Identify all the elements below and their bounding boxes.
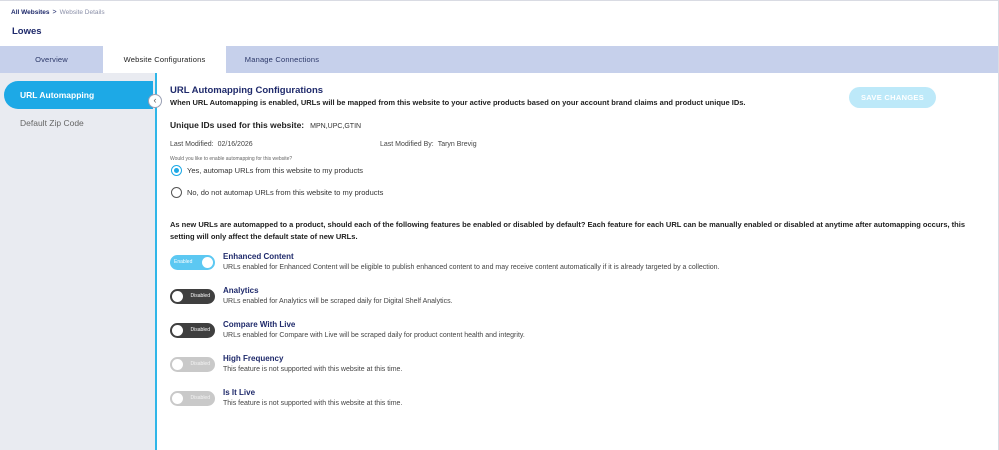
feature-title: Compare With Live (223, 320, 296, 329)
toggle-state-label: Disabled (190, 293, 210, 299)
toggle-knob (172, 359, 183, 370)
automap-yes-radio[interactable] (171, 165, 182, 176)
tab-overview[interactable]: Overview (0, 46, 103, 73)
sidebar-item-url-automapping[interactable]: URL Automapping (4, 81, 153, 109)
automap-yes-option[interactable]: Yes, automap URLs from this website to m… (171, 165, 363, 176)
high-frequency-toggle: Disabled (170, 357, 215, 372)
toggle-knob (202, 257, 213, 268)
feature-title: High Frequency (223, 354, 284, 363)
last-modified-by-value: Taryn Brevig (437, 141, 477, 148)
feature-compare-with-live: Disabled Compare With Live URLs enabled … (170, 320, 990, 346)
feature-description: This feature is not supported with this … (223, 366, 403, 373)
unique-ids-value: MPN,UPC,GTIN (310, 123, 362, 130)
toggle-knob (172, 325, 183, 336)
breadcrumb-all-websites-link[interactable]: All Websites (11, 9, 50, 16)
toggle-state-label: Enabled (174, 259, 193, 265)
unique-ids-row: Unique IDs used for this website: MPN,UP… (170, 120, 361, 130)
toggle-state-label: Disabled (190, 327, 210, 333)
breadcrumb-separator: > (52, 9, 57, 16)
automap-no-option[interactable]: No, do not automap URLs from this websit… (171, 187, 383, 198)
last-modified-date: Last Modified: 02/16/2026 (170, 141, 253, 148)
tab-website-configurations[interactable]: Website Configurations (103, 46, 226, 73)
toggle-state-label: Disabled (190, 395, 210, 401)
sidebar-item-default-zip-code[interactable]: Default Zip Code (4, 109, 153, 137)
compare-with-live-toggle[interactable]: Disabled (170, 323, 215, 338)
automap-no-radio[interactable] (171, 187, 182, 198)
feature-title: Is It Live (223, 388, 256, 397)
feature-description: URLs enabled for Analytics will be scrap… (223, 298, 453, 305)
section-description: When URL Automapping is enabled, URLs wi… (170, 98, 746, 107)
tab-bar: Overview Website Configurations Manage C… (0, 46, 998, 73)
automap-question: Would you like to enable automapping for… (170, 156, 293, 162)
feature-description: URLs enabled for Compare with Live will … (223, 332, 525, 339)
section-title: URL Automapping Configurations (170, 85, 324, 96)
last-modified-by: Last Modified By: Taryn Brevig (380, 141, 477, 148)
automap-no-label: No, do not automap URLs from this websit… (187, 188, 384, 197)
enhanced-content-toggle[interactable]: Enabled (170, 255, 215, 270)
feature-description: This feature is not supported with this … (223, 400, 403, 407)
feature-description: URLs enabled for Enhanced Content will b… (223, 264, 720, 271)
breadcrumb: All Websites > Website Details (11, 9, 105, 16)
feature-enhanced-content: Enabled Enhanced Content URLs enabled fo… (170, 252, 990, 278)
feature-title: Analytics (223, 286, 259, 295)
sidebar: URL Automapping Default Zip Code (0, 73, 157, 450)
automap-yes-label: Yes, automap URLs from this website to m… (187, 166, 364, 175)
unique-ids-label: Unique IDs used for this website: (170, 120, 305, 130)
last-modified-date-value: 02/16/2026 (217, 141, 253, 148)
page-title: Lowes (12, 26, 42, 37)
last-modified-by-label: Last Modified By: (380, 141, 434, 148)
feature-is-it-live: Disabled Is It Live This feature is not … (170, 388, 990, 414)
feature-high-frequency: Disabled High Frequency This feature is … (170, 354, 990, 380)
toggle-knob (172, 393, 183, 404)
tab-manage-connections[interactable]: Manage Connections (226, 46, 338, 73)
is-it-live-toggle: Disabled (170, 391, 215, 406)
breadcrumb-current: Website Details (59, 9, 105, 16)
last-modified-date-label: Last Modified: (170, 141, 214, 148)
analytics-toggle[interactable]: Disabled (170, 289, 215, 304)
features-intro: As new URLs are automapped to a product,… (170, 220, 966, 241)
collapse-sidebar-button[interactable]: ‹ (148, 94, 162, 108)
feature-analytics: Disabled Analytics URLs enabled for Anal… (170, 286, 990, 312)
toggle-state-label: Disabled (190, 361, 210, 367)
toggle-knob (172, 291, 183, 302)
save-changes-button[interactable]: SAVE CHANGES (849, 87, 936, 108)
feature-title: Enhanced Content (223, 252, 294, 261)
